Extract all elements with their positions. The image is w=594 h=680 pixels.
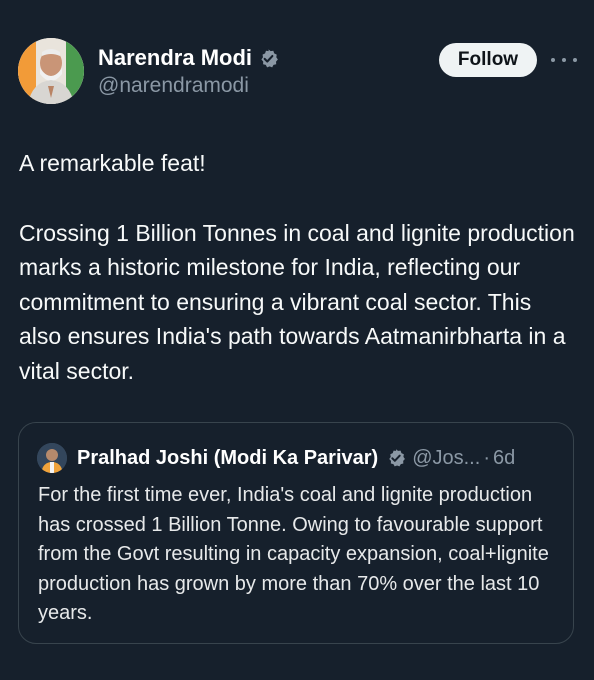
tweet-header: Narendra Modi @narendramodi Follow [18, 38, 578, 108]
profile-photo-icon [18, 38, 84, 104]
profile-photo-icon [37, 443, 67, 473]
ellipsis-icon[interactable] [551, 50, 577, 70]
author-handle[interactable]: @narendramodi [98, 74, 279, 98]
verified-badge-icon [389, 449, 406, 467]
quoted-author-handle: @Jos... [412, 446, 481, 469]
tweet-paragraph: A remarkable feat! [19, 150, 206, 176]
author-avatar[interactable] [18, 38, 84, 104]
quoted-tweet-card[interactable]: Pralhad Joshi (Modi Ka Parivar) @Jos... … [18, 422, 574, 644]
tweet-page: Narendra Modi @narendramodi Follow A rem… [0, 0, 594, 680]
tweet-paragraph: Crossing 1 Billion Tonnes in coal and li… [19, 219, 575, 384]
author-display-name[interactable]: Narendra Modi [98, 45, 252, 71]
ellipsis-dot [562, 58, 566, 62]
follow-button[interactable]: Follow [439, 43, 537, 77]
author-name-row: Narendra Modi [98, 44, 279, 72]
ellipsis-dot [573, 58, 577, 62]
quoted-tweet-text: For the first time ever, India's coal an… [38, 484, 549, 624]
quoted-tweet-header: Pralhad Joshi (Modi Ka Parivar) @Jos... … [37, 443, 515, 473]
verified-badge-icon [261, 48, 278, 67]
quoted-author-avatar [37, 443, 67, 473]
ellipsis-dot [551, 58, 555, 62]
author-info: Narendra Modi @narendramodi [98, 44, 279, 98]
separator-dot: · [483, 446, 490, 469]
quoted-tweet-timestamp: 6d [492, 446, 516, 469]
quoted-author-name: Pralhad Joshi (Modi Ka Parivar) [77, 446, 379, 469]
tweet-text: A remarkable feat! Crossing 1 Billion To… [19, 146, 579, 388]
